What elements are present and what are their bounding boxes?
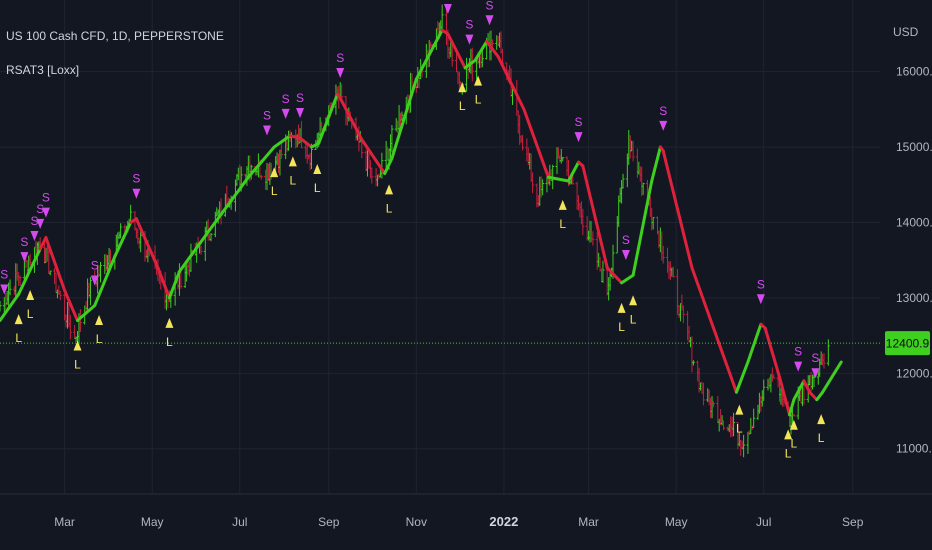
buy-signal-label: L <box>74 358 81 372</box>
sell-signal-label: S <box>757 277 765 291</box>
price-tick-label: 12000.0 <box>896 366 932 380</box>
time-tick-label: Mar <box>54 515 75 529</box>
price-tick-label: 15000.0 <box>896 140 932 154</box>
sell-signal-label: S <box>282 92 290 106</box>
buy-signal-label: L <box>791 437 798 451</box>
buy-signal-label: L <box>559 217 566 231</box>
sell-signal-label: S <box>0 267 8 281</box>
sell-signal-label: S <box>622 233 630 247</box>
buy-signal-label: L <box>96 332 103 346</box>
buy-signal-label: L <box>475 93 482 107</box>
price-chart[interactable]: SLSLSSSLSLSLSLSLSLSLSLSLSLSLSLSLSLLSSL 1… <box>0 0 932 550</box>
price-tick-label: 11000.0 <box>896 442 932 456</box>
sell-signal-label: S <box>20 235 28 249</box>
sell-signal-label: S <box>486 0 494 12</box>
buy-signal-label: L <box>271 184 278 198</box>
sell-signal-label: S <box>91 258 99 272</box>
buy-signal-label: L <box>459 99 466 113</box>
buy-signal-label: L <box>736 422 743 436</box>
buy-signal-label: L <box>290 173 297 187</box>
currency-label: USD <box>893 25 919 39</box>
buy-signal-label: L <box>314 181 321 195</box>
price-tick-label: 13000.0 <box>896 291 932 305</box>
sell-signal-label: S <box>659 104 667 118</box>
chart-background <box>0 0 932 550</box>
buy-signal-label: L <box>166 335 173 349</box>
buy-signal-label: L <box>618 320 625 334</box>
sell-signal-label: S <box>794 345 802 359</box>
buy-signal-label: L <box>27 307 34 321</box>
time-tick-label: Jul <box>756 515 771 529</box>
indicator-label[interactable]: RSAT3 [Loxx] <box>6 63 79 77</box>
sell-signal-label: S <box>296 91 304 105</box>
time-tick-label: 2022 <box>489 514 518 529</box>
sell-signal-label: S <box>444 0 452 1</box>
price-tick-label: 14000.0 <box>896 215 932 229</box>
last-price-label: 12400.9 <box>886 337 930 351</box>
chart-symbol-title[interactable]: US 100 Cash CFD, 1D, PEPPERSTONE <box>6 29 224 43</box>
sell-signal-label: S <box>465 18 473 32</box>
sell-signal-label: S <box>811 351 819 365</box>
time-tick-label: May <box>665 515 688 529</box>
price-tick-label: 16000.0 <box>896 65 932 79</box>
time-tick-label: Nov <box>406 515 427 529</box>
sell-signal-label: S <box>263 108 271 122</box>
time-tick-label: Mar <box>578 515 599 529</box>
buy-signal-label: L <box>630 312 637 326</box>
sell-signal-label: S <box>575 115 583 129</box>
sell-signal-label: S <box>42 191 50 205</box>
time-tick-label: May <box>141 515 164 529</box>
sell-signal-label: S <box>336 51 344 65</box>
buy-signal-label: L <box>818 431 825 445</box>
time-tick-label: Jul <box>232 515 247 529</box>
time-tick-label: Sep <box>842 515 864 529</box>
buy-signal-label: L <box>386 201 393 215</box>
sell-signal-label: S <box>132 172 140 186</box>
time-tick-label: Sep <box>318 515 340 529</box>
